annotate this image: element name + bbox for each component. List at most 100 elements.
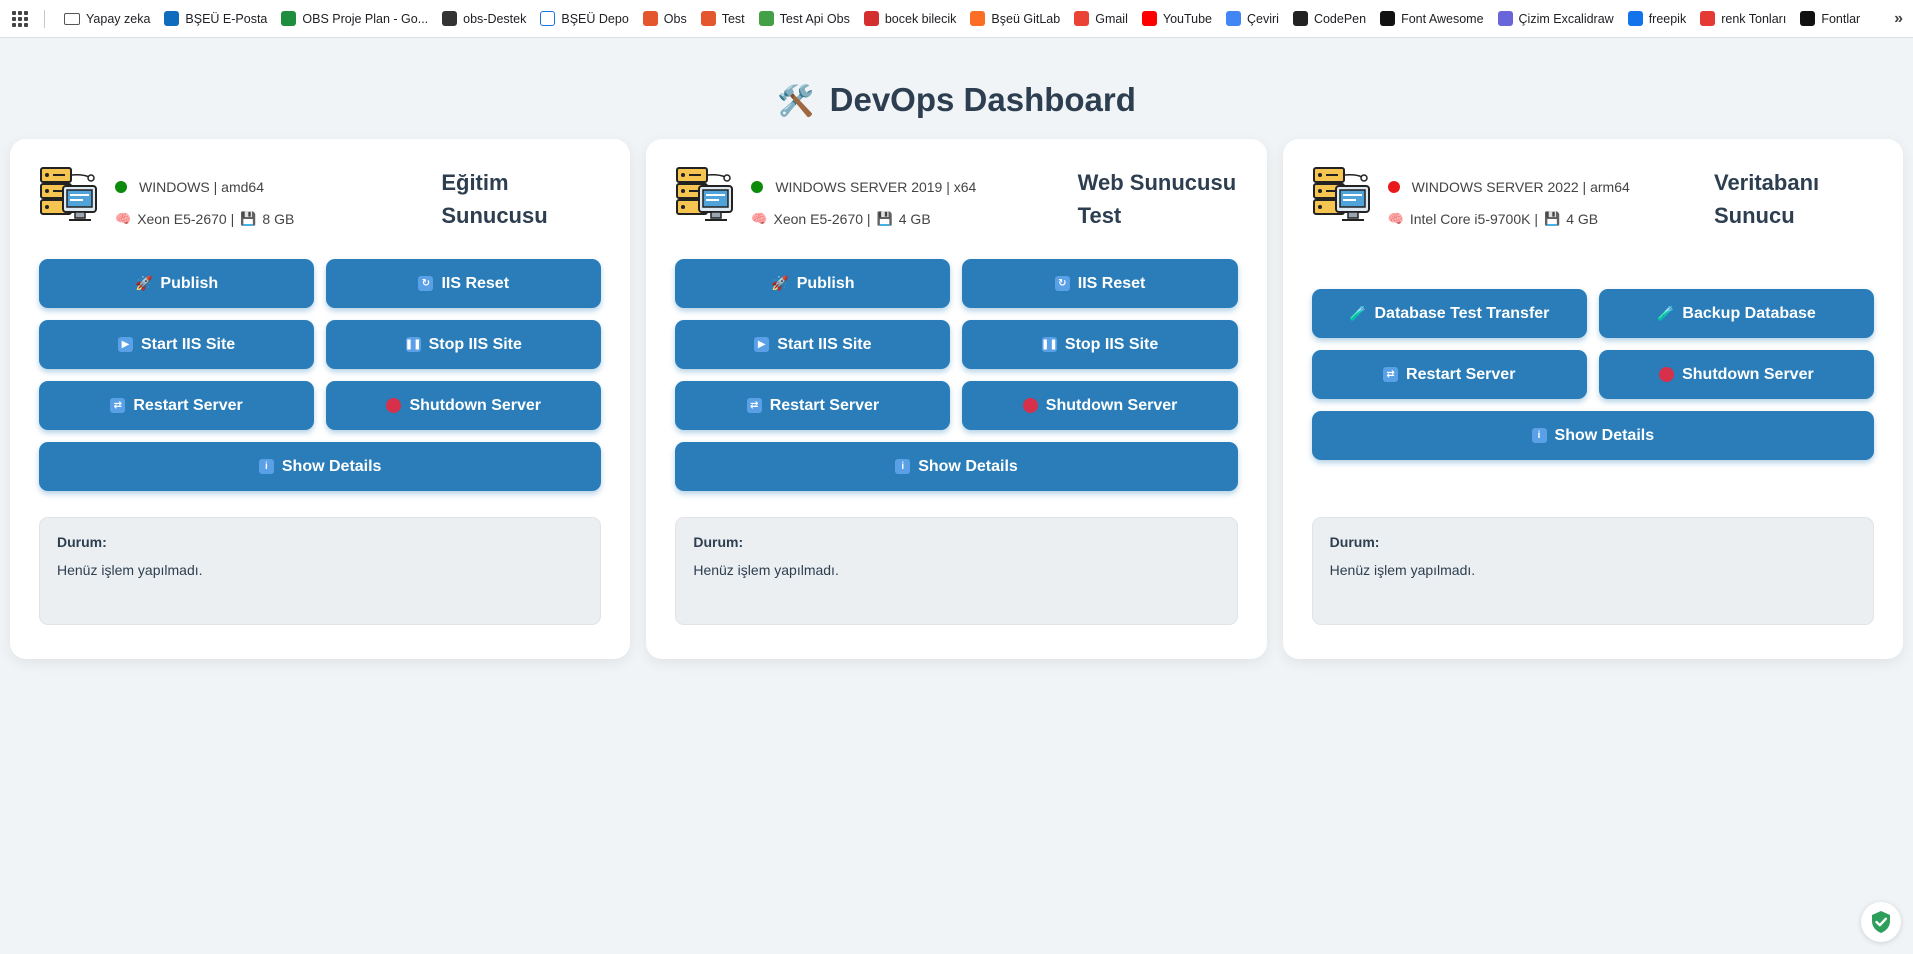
floppy-disk-icon: 💾	[240, 211, 257, 226]
start-iis-site-button[interactable]: ▶ Start IIS Site	[675, 320, 951, 369]
bookmark-item[interactable]: Çizim Excalidraw	[1491, 7, 1621, 30]
server-name-line2: Test	[1077, 203, 1122, 228]
start-iis-label: Start IIS Site	[140, 335, 236, 353]
server-monitor-icon	[1312, 167, 1370, 221]
bookmark-item[interactable]: renk Tonları	[1693, 7, 1793, 30]
stop-iis-site-button[interactable]: ❚❚ Stop IIS Site	[326, 320, 602, 369]
bookmark-item[interactable]: CodePen	[1286, 7, 1373, 30]
apps-grid-icon[interactable]	[12, 10, 30, 28]
iis-reset-button[interactable]: ↻ IIS Reset	[326, 259, 602, 308]
red-circle-icon	[1659, 367, 1675, 382]
publish-button[interactable]: 🚀 Publish	[39, 259, 315, 308]
info-icon: i	[258, 459, 274, 474]
stop-iis-site-button[interactable]: ❚❚ Stop IIS Site	[962, 320, 1238, 369]
ram-label: 4 GB	[1566, 211, 1599, 227]
refresh-icon: ↻	[1054, 276, 1070, 291]
show-details-button[interactable]: i Show Details	[39, 442, 602, 491]
bookmark-item[interactable]: Gmail	[1067, 7, 1135, 30]
bookmarks-divider	[44, 9, 45, 28]
restart-server-button[interactable]: ⇄ Restart Server	[39, 381, 315, 430]
security-shield-icon[interactable]	[1861, 902, 1901, 942]
action-buttons: 🚀 Publish ↻ IIS Reset ▶ Start IIS Site ❚…	[39, 259, 602, 491]
status-panel: Durum: Henüz işlem yapılmadı.	[675, 517, 1238, 625]
page-title: 🛠️ DevOps Dashboard	[0, 78, 1913, 122]
bookmark-item[interactable]: OBS Proje Plan - Go...	[274, 7, 435, 30]
start-iis-site-button[interactable]: ▶ Start IIS Site	[39, 320, 315, 369]
show-details-button[interactable]: i Show Details	[675, 442, 1238, 491]
repeat-icon: ⇄	[746, 398, 762, 413]
restart-server-button[interactable]: ⇄ Restart Server	[1311, 350, 1587, 399]
bookmark-item[interactable]: bocek bilecik	[857, 7, 964, 30]
restart-label: Restart Server	[133, 396, 243, 414]
os-label: WINDOWS SERVER 2022 | arm64	[1411, 179, 1630, 195]
bookmark-item[interactable]: Bşeü GitLab	[963, 7, 1067, 30]
backup-label: Backup Database	[1682, 304, 1816, 322]
restart-server-button[interactable]: ⇄ Restart Server	[675, 381, 951, 430]
iis-reset-label: IIS Reset	[1077, 274, 1146, 292]
bookmark-item[interactable]: BŞEÜ Depo	[533, 7, 635, 30]
status-text: Henüz işlem yapılmadı.	[693, 562, 839, 578]
gitlab-icon	[970, 11, 986, 26]
codepen-icon	[1292, 11, 1308, 26]
globe-icon	[758, 11, 774, 26]
bookmark-item[interactable]: Çeviri	[1219, 7, 1286, 30]
rocket-icon: 🚀	[134, 275, 153, 291]
repeat-icon: ⇄	[110, 398, 126, 413]
publish-button[interactable]: 🚀 Publish	[675, 259, 951, 308]
brain-icon: 🧠	[115, 211, 132, 226]
cpu-label: Xeon E5-2670 |	[137, 211, 235, 227]
shutdown-server-button[interactable]: Shutdown Server	[326, 381, 602, 430]
status-panel: Durum: Henüz işlem yapılmadı.	[1311, 517, 1874, 625]
cpu-label: Intel Core i5-9700K |	[1409, 211, 1538, 227]
bookmark-item[interactable]: Test Api Obs	[752, 7, 857, 30]
stop-iis-label: Stop IIS Site	[1064, 335, 1159, 353]
bookmark-label: Çeviri	[1247, 11, 1279, 26]
bookmark-item[interactable]: Obs	[636, 7, 694, 30]
brain-icon: 🧠	[751, 211, 768, 226]
bookmark-item[interactable]: Font Awesome	[1373, 7, 1490, 30]
g-icon	[442, 11, 458, 26]
database-test-transfer-button[interactable]: 🧪 Database Test Transfer	[1311, 289, 1587, 338]
status-online-dot	[751, 181, 764, 193]
folder-blue-icon	[540, 11, 556, 26]
bookmark-label: OBS Proje Plan - Go...	[302, 11, 429, 26]
shutdown-server-button[interactable]: Shutdown Server	[962, 381, 1238, 430]
rocket-icon: 🚀	[771, 275, 789, 291]
bookmark-item[interactable]: YouTube	[1135, 7, 1219, 30]
bookmark-item[interactable]: BŞEÜ E-Posta	[157, 7, 274, 30]
bookmark-item[interactable]: Fontlar	[1793, 7, 1867, 30]
backup-database-button[interactable]: 🧪 Backup Database	[1598, 289, 1874, 338]
server-card-egitim: WINDOWS | amd64 🧠 Xeon E5-2670 | 💾 8 GB …	[10, 139, 631, 659]
bookmark-label: Font Awesome	[1401, 11, 1484, 26]
shutdown-server-button[interactable]: Shutdown Server	[1598, 350, 1874, 399]
server-monitor-icon	[676, 167, 734, 221]
bookmark-item[interactable]: Test	[694, 7, 752, 30]
repeat-icon: ⇄	[1383, 367, 1399, 382]
iis-reset-label: IIS Reset	[441, 274, 510, 292]
server-name: Veritabanı Sunucu	[1714, 165, 1874, 232]
show-details-button[interactable]: i Show Details	[1311, 411, 1874, 460]
translate-icon	[1226, 11, 1241, 26]
server-name-line2: Sunucusu	[441, 203, 548, 228]
status-offline-dot	[1387, 181, 1400, 193]
iis-reset-button[interactable]: ↻ IIS Reset	[962, 259, 1238, 308]
server-info: WINDOWS | amd64 🧠 Xeon E5-2670 | 💾 8 GB	[115, 165, 441, 241]
youtube-icon	[1141, 11, 1157, 26]
more-bookmarks-icon[interactable]: »	[1894, 10, 1903, 28]
status-panel: Durum: Henüz işlem yapılmadı.	[39, 517, 602, 625]
bookmark-label: Gmail	[1095, 11, 1128, 26]
test-tube-icon: 🧪	[1349, 305, 1367, 321]
bookmark-label: YouTube	[1162, 11, 1212, 26]
bookmark-label: Obs	[663, 11, 687, 26]
gmail-icon	[1074, 11, 1090, 26]
shutdown-label: Shutdown Server	[1682, 365, 1814, 383]
bookmark-item[interactable]: freepik	[1621, 7, 1694, 30]
info-icon: i	[895, 459, 911, 474]
bookmark-item[interactable]: obs-Destek	[435, 7, 533, 30]
bookmark-label: renk Tonları	[1721, 11, 1787, 26]
show-details-label: Show Details	[918, 457, 1018, 475]
bookmark-item[interactable]: Yapay zeka	[57, 8, 157, 30]
status-online-dot	[115, 181, 127, 193]
ram-label: 4 GB	[898, 211, 931, 227]
bookmark-label: Çizim Excalidraw	[1518, 11, 1614, 26]
